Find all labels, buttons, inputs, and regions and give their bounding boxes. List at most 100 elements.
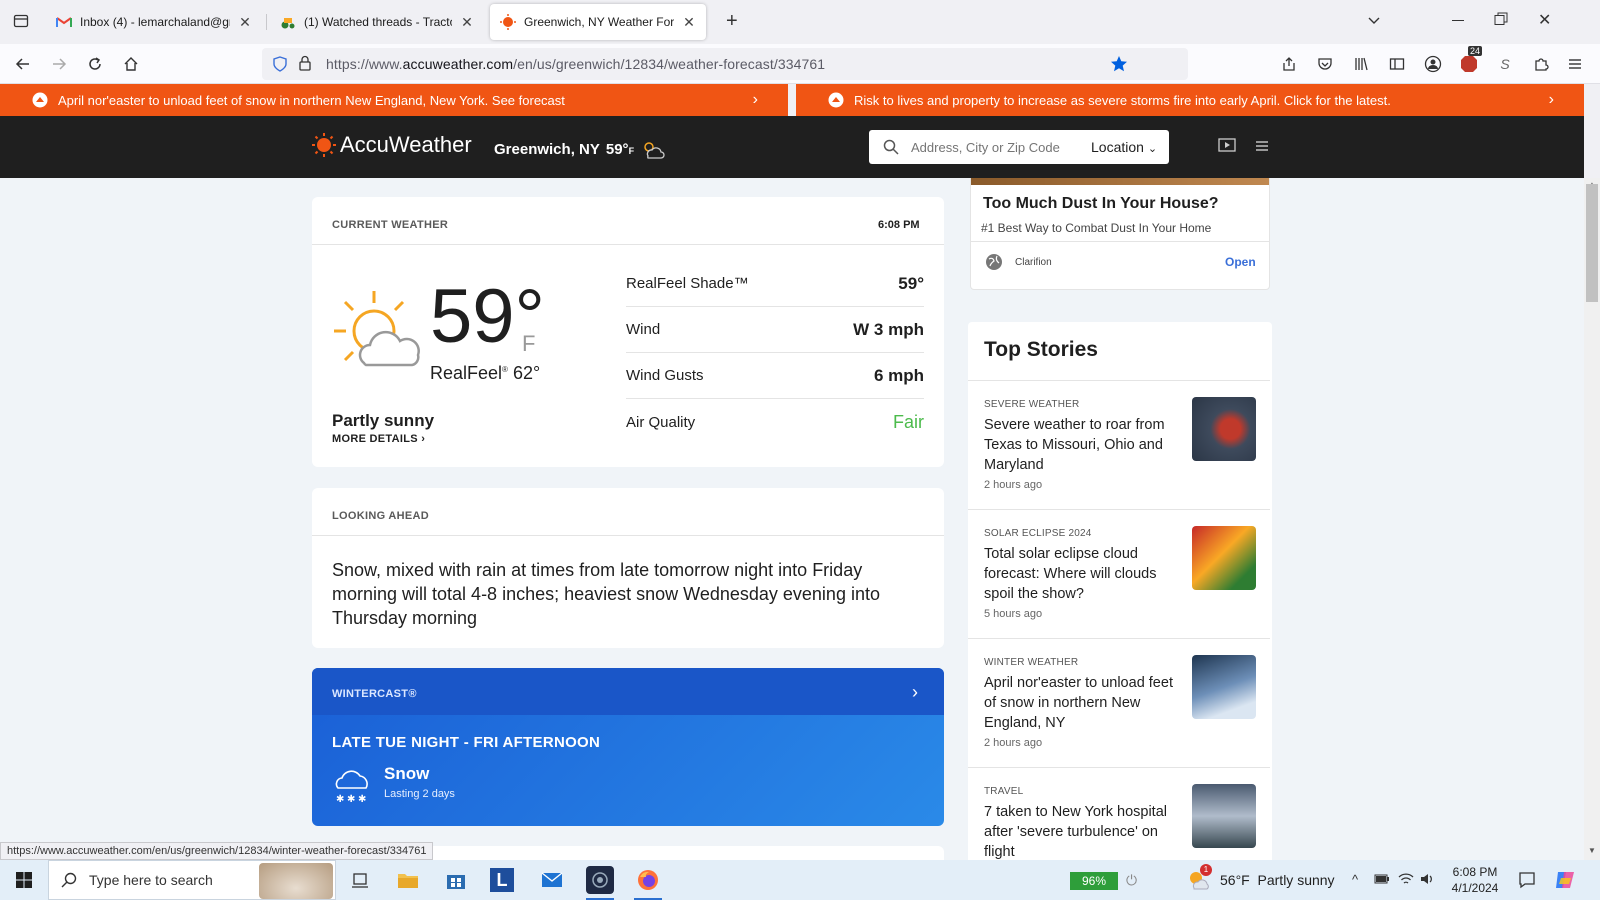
volume-icon[interactable]: [1420, 872, 1436, 886]
tab-divider: [266, 14, 267, 30]
story-item[interactable]: SEVERE WEATHER Severe weather to roar fr…: [968, 380, 1270, 508]
wintercast-card[interactable]: WINTERCAST® › LATE TUE NIGHT - FRI AFTER…: [312, 668, 944, 826]
s-extension-icon[interactable]: S: [1492, 52, 1518, 76]
location-search: Location ⌄: [869, 130, 1169, 164]
minimize-icon[interactable]: [1452, 20, 1464, 21]
pocket-icon[interactable]: [1312, 52, 1338, 76]
file-explorer-icon[interactable]: [394, 866, 422, 894]
current-weather-label: CURRENT WEATHER: [332, 219, 449, 231]
scrollbar-thumb[interactable]: [1586, 184, 1598, 302]
battery-icon[interactable]: [1374, 872, 1390, 886]
wifi-icon[interactable]: [1398, 872, 1414, 886]
list-all-tabs-icon[interactable]: [1366, 12, 1382, 28]
looking-ahead-card: LOOKING AHEAD Snow, mixed with rain at t…: [312, 488, 944, 648]
story-headline[interactable]: April nor'easter to unload feet of snow …: [984, 673, 1180, 733]
library-icon[interactable]: [1348, 52, 1374, 76]
temp-unit: F: [522, 331, 536, 356]
windows-taskbar: Type here to search L 96% ⏻ 1 56°F Partl…: [0, 860, 1600, 900]
story-headline[interactable]: Total solar eclipse cloud forecast: Wher…: [984, 544, 1180, 604]
location-button[interactable]: Location ⌄: [1091, 139, 1157, 155]
detail-label: Wind: [626, 321, 661, 338]
reload-icon[interactable]: [82, 52, 108, 76]
bookmark-star-icon[interactable]: [1110, 55, 1128, 73]
story-thumbnail[interactable]: [1192, 655, 1256, 719]
close-tab-icon[interactable]: ✕: [682, 14, 696, 31]
more-details-link[interactable]: MORE DETAILS ›: [332, 433, 425, 445]
taskbar-weather[interactable]: 56°F Partly sunny: [1220, 872, 1335, 888]
microsoft-store-icon[interactable]: [442, 866, 470, 894]
l-app-icon[interactable]: L: [490, 868, 514, 892]
chevron-up-icon[interactable]: ^: [1352, 872, 1358, 887]
accuweather-logo[interactable]: AccuWeather: [312, 132, 472, 158]
taskbar-search[interactable]: Type here to search: [48, 860, 336, 900]
story-thumbnail[interactable]: [1192, 397, 1256, 461]
mail-icon[interactable]: [538, 866, 566, 894]
windows-start-icon[interactable]: [10, 866, 38, 894]
tracking-shield-icon[interactable]: [272, 56, 288, 72]
alert-banner-noreaster[interactable]: April nor'easter to unload feet of snow …: [0, 84, 788, 116]
realfeel: RealFeel® 62°: [430, 363, 541, 383]
tab-list-icon[interactable]: [8, 9, 34, 33]
close-window-icon[interactable]: ✕: [1538, 10, 1551, 30]
story-headline[interactable]: Severe weather to roar from Texas to Mis…: [984, 415, 1180, 475]
account-icon[interactable]: [1420, 52, 1446, 76]
home-icon[interactable]: [118, 52, 144, 76]
new-tab-icon[interactable]: +: [726, 10, 738, 33]
story-thumbnail[interactable]: [1192, 784, 1256, 848]
story-item[interactable]: SOLAR ECLIPSE 2024 Total solar eclipse c…: [968, 509, 1270, 637]
page-scrollbar[interactable]: ▲ ▼: [1584, 178, 1600, 860]
story-category: SOLAR ECLIPSE 2024: [984, 528, 1092, 539]
task-view-icon[interactable]: [346, 866, 374, 894]
ad-open-button[interactable]: Open: [1225, 255, 1256, 269]
divider: [312, 535, 944, 536]
story-item[interactable]: TRAVEL 7 taken to New York hospital afte…: [968, 767, 1270, 860]
top-stories-card: Top Stories SEVERE WEATHER Severe weathe…: [968, 322, 1272, 860]
lock-icon[interactable]: [298, 55, 312, 71]
tab-gmail[interactable]: Inbox (4) - lemarchaland@gma ✕: [46, 4, 262, 40]
tractor-icon: [280, 14, 296, 30]
url-bar[interactable]: https://www.accuweather.com/en/us/greenw…: [262, 48, 1188, 80]
extension-upload-icon[interactable]: [1276, 52, 1302, 76]
chevron-right-icon: ›: [421, 433, 426, 445]
alert-text: April nor'easter to unload feet of snow …: [58, 92, 565, 108]
battery-percentage[interactable]: 96%: [1070, 872, 1118, 890]
chevron-right-icon: ›: [1548, 91, 1554, 108]
weather-widget-icon[interactable]: 1: [1186, 864, 1212, 890]
detail-row: RealFeel Shade™ 59°: [626, 261, 924, 307]
snow-icon: ✱ ✱ ✱: [332, 768, 370, 804]
close-tab-icon[interactable]: ✕: [238, 14, 252, 31]
alert-banner-storms[interactable]: Risk to lives and property to increase a…: [796, 84, 1584, 116]
search-input[interactable]: [911, 139, 1061, 155]
story-item[interactable]: WINTER WEATHER April nor'easter to unloa…: [968, 638, 1270, 766]
forward-icon[interactable]: [46, 52, 72, 76]
camera-app-icon[interactable]: [586, 866, 614, 894]
header-location[interactable]: Greenwich, NY 59°F: [494, 138, 666, 160]
adblock-icon[interactable]: 24: [1456, 46, 1483, 76]
close-tab-icon[interactable]: ✕: [460, 14, 474, 31]
detail-row: Air Quality Fair: [626, 399, 924, 445]
story-thumbnail[interactable]: [1192, 526, 1256, 590]
chevron-right-icon[interactable]: ›: [912, 682, 918, 703]
weather-badge: 1: [1200, 864, 1212, 876]
notifications-icon[interactable]: [1518, 871, 1536, 889]
sidebar-icon[interactable]: [1384, 52, 1410, 76]
tab-tractorbynet[interactable]: (1) Watched threads - TractorBy ✕: [270, 4, 484, 40]
wintercast-duration: Lasting 2 days: [384, 788, 455, 800]
restore-icon[interactable]: [1494, 12, 1508, 26]
taskbar-clock[interactable]: 6:08 PM 4/1/2024: [1444, 864, 1506, 896]
scroll-down-icon[interactable]: ▼: [1588, 846, 1596, 855]
tab-accuweather[interactable]: Greenwich, NY Weather Forecast ✕: [490, 4, 706, 40]
alert-text: Risk to lives and property to increase a…: [854, 92, 1391, 108]
search-icon: [883, 139, 899, 155]
wintercast-condition: Snow: [384, 764, 430, 783]
extensions-icon[interactable]: [1528, 52, 1554, 76]
story-headline[interactable]: 7 taken to New York hospital after 'seve…: [984, 802, 1180, 860]
back-icon[interactable]: [10, 52, 36, 76]
ad-card[interactable]: Too Much Dust In Your House? #1 Best Way…: [970, 178, 1270, 290]
current-weather-card: CURRENT WEATHER 6:08 PM 59° F RealFeel® …: [312, 197, 944, 467]
firefox-icon[interactable]: [634, 866, 662, 894]
menu-icon[interactable]: [1254, 138, 1270, 154]
app-menu-icon[interactable]: [1562, 52, 1588, 76]
copilot-icon[interactable]: [1554, 870, 1576, 890]
video-icon[interactable]: [1218, 138, 1236, 154]
